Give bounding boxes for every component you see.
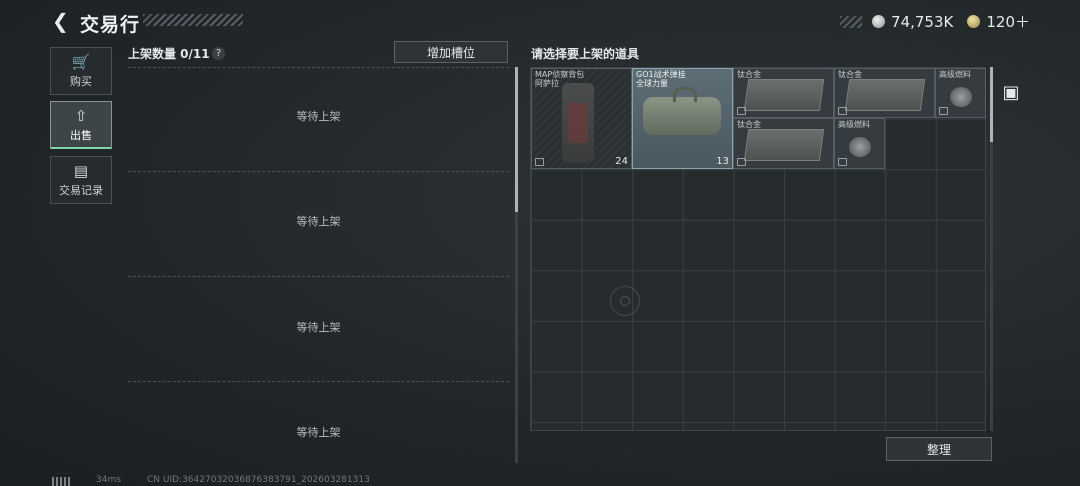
- chest-rig-image: [643, 87, 721, 135]
- silver-coin-icon: [872, 15, 886, 28]
- cart-icon: 🛒: [71, 52, 91, 71]
- chevron-left-icon: ❮: [52, 9, 69, 33]
- item-name: 钛合金: [838, 70, 862, 79]
- lock-icon: [535, 158, 544, 166]
- crosshair-decoration: [610, 286, 640, 316]
- signal-icon: [52, 477, 72, 486]
- sidebar-item-history[interactable]: ▤ 交易记录: [50, 156, 112, 204]
- sidebar-item-buy[interactable]: 🛒 购买: [50, 47, 112, 95]
- item-count: 13: [716, 156, 729, 167]
- slot-status: 等待上架: [296, 215, 341, 228]
- inventory-title: 请选择要上架的道具: [531, 47, 640, 61]
- silver-balance: 74,753K: [891, 12, 954, 31]
- gold-balance[interactable]: 120＋: [986, 11, 1030, 32]
- sidebar-item-label: 出售: [70, 128, 92, 142]
- listing-slot[interactable]: 等待上架: [128, 67, 509, 164]
- lock-icon: [939, 107, 948, 115]
- item-count: 24: [615, 156, 628, 167]
- backpack-image: [562, 83, 594, 163]
- fuel-image: [849, 137, 871, 157]
- add-slot-button[interactable]: 增加槽位: [394, 41, 508, 63]
- lock-icon: [737, 107, 746, 115]
- backpack-icon: ▣: [1002, 82, 1020, 103]
- inventory-item-titanium[interactable]: 钛合金: [733, 68, 834, 118]
- record-icon: ▤: [73, 161, 89, 180]
- inventory-item-chest-rig[interactable]: GO1战术弹挂 全球力量 13: [632, 68, 733, 169]
- listing-slot[interactable]: 等待上架: [128, 381, 509, 463]
- listing-count: 上架数量 0/11: [128, 47, 210, 61]
- listing-slot[interactable]: 等待上架: [128, 171, 509, 268]
- uid-readout: CN UID:364270320368763837​91_20260328131…: [147, 475, 370, 485]
- slot-status: 等待上架: [296, 426, 341, 439]
- item-name: MAP侦察背包 阿萨拉: [535, 70, 585, 88]
- inventory-scrollbar-thumb[interactable]: [990, 67, 993, 142]
- back-button[interactable]: ❮: [52, 11, 70, 31]
- cart-upload-icon: ⇧: [74, 106, 88, 125]
- ping-readout: 34ms: [96, 475, 121, 485]
- item-name: GO1战术弹挂 全球力量: [636, 70, 686, 88]
- slot-status: 等待上架: [296, 321, 341, 334]
- page-title: 交易行: [80, 14, 141, 36]
- titanium-image: [743, 129, 825, 161]
- sort-button[interactable]: 整理: [886, 437, 992, 461]
- title-decoration: [143, 14, 243, 26]
- lock-icon: [737, 158, 746, 166]
- sidebar-item-label: 购买: [70, 74, 92, 88]
- inventory-item-titanium[interactable]: 钛合金: [733, 118, 834, 169]
- item-name: 钛合金: [737, 70, 761, 79]
- help-icon[interactable]: ?: [212, 47, 225, 60]
- inventory-item-backpack[interactable]: MAP侦察背包 阿萨拉 24: [531, 68, 632, 169]
- currency-decoration: [840, 15, 863, 28]
- titanium-image: [844, 79, 926, 111]
- titanium-image: [743, 79, 825, 111]
- fuel-image: [950, 87, 972, 107]
- listing-slot[interactable]: 等待上架: [128, 276, 509, 373]
- gold-coin-icon: [967, 15, 981, 28]
- slot-status: 等待上架: [296, 110, 341, 123]
- item-name: 高级燃料: [838, 120, 870, 129]
- sidebar-item-sell[interactable]: ⇧ 出售: [50, 101, 112, 149]
- inventory-grid[interactable]: MAP侦察背包 阿萨拉 24 GO1战术弹挂 全球力量 13 钛合金 钛合金 高…: [530, 67, 986, 431]
- lock-icon: [838, 107, 847, 115]
- sidebar-item-label: 交易记录: [59, 183, 103, 197]
- lock-icon: [838, 158, 847, 166]
- backpack-tab[interactable]: ▣: [1000, 82, 1022, 104]
- item-name: 高级燃料: [939, 70, 971, 79]
- inventory-item-fuel[interactable]: 高级燃料: [834, 118, 885, 169]
- item-name: 钛合金: [737, 120, 761, 129]
- inventory-item-fuel[interactable]: 高级燃料: [935, 68, 986, 118]
- currency-bar: 74,753K 120＋: [840, 11, 1030, 32]
- listing-scrollbar-thumb[interactable]: [515, 67, 518, 212]
- inventory-item-titanium[interactable]: 钛合金: [834, 68, 935, 118]
